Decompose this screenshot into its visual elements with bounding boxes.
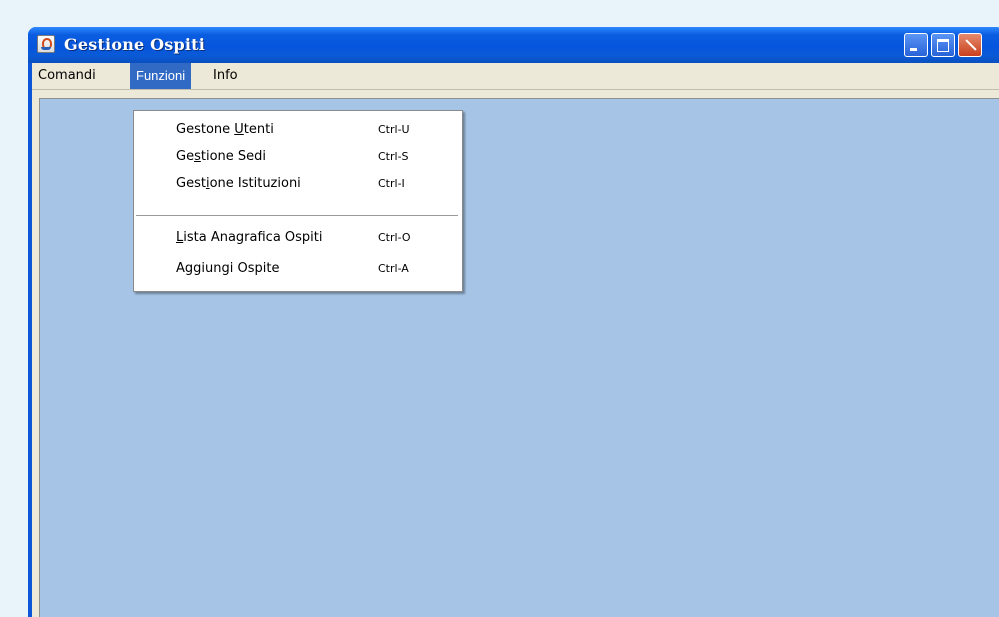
window-controls	[904, 33, 999, 59]
menu-item-shortcut: Ctrl-S	[378, 150, 409, 163]
menu-item-label: Gestione Istituzioni	[176, 176, 301, 191]
menu-item-label: Aggiungi Ospite	[176, 261, 280, 276]
close-icon[interactable]	[958, 33, 982, 57]
menu-item-label: Gestione Sedi	[176, 149, 267, 164]
menu-separator	[136, 215, 458, 217]
menu-item-shortcut: Ctrl-O	[378, 231, 411, 244]
menu-item-label: Lista Anagrafica Ospiti	[176, 230, 323, 245]
menu-info[interactable]: Info	[207, 63, 244, 89]
funzioni-dropdown: Gestone Utenti Ctrl-U Gestione Sedi Ctrl…	[133, 110, 463, 292]
title-bar[interactable]: Gestione Ospiti	[28, 27, 999, 63]
menu-item-aggiungi-ospite[interactable]: Aggiungi Ospite Ctrl-A	[134, 256, 462, 282]
menu-item-shortcut: Ctrl-I	[378, 177, 405, 190]
menu-bar: Comandi Funzioni Info	[32, 63, 999, 90]
menu-comandi[interactable]: Comandi	[32, 63, 102, 89]
minimize-icon[interactable]	[904, 33, 928, 57]
java-cup-icon[interactable]	[37, 35, 55, 53]
window-title: Gestione Ospiti	[64, 35, 206, 54]
menu-item-gestione-utenti[interactable]: Gestone Utenti Ctrl-U	[134, 117, 462, 143]
menu-item-label: Gestone Utenti	[176, 122, 274, 137]
menu-item-gestione-sedi[interactable]: Gestione Sedi Ctrl-S	[134, 144, 462, 170]
menu-item-lista-anagrafica-ospiti[interactable]: Lista Anagrafica Ospiti Ctrl-O	[134, 225, 462, 251]
menu-item-gestione-istituzioni[interactable]: Gestione Istituzioni Ctrl-I	[134, 171, 462, 197]
menu-funzioni[interactable]: Funzioni	[130, 63, 192, 89]
menu-item-shortcut: Ctrl-A	[378, 262, 409, 275]
maximize-icon[interactable]	[931, 33, 955, 57]
menu-item-shortcut: Ctrl-U	[378, 123, 410, 136]
